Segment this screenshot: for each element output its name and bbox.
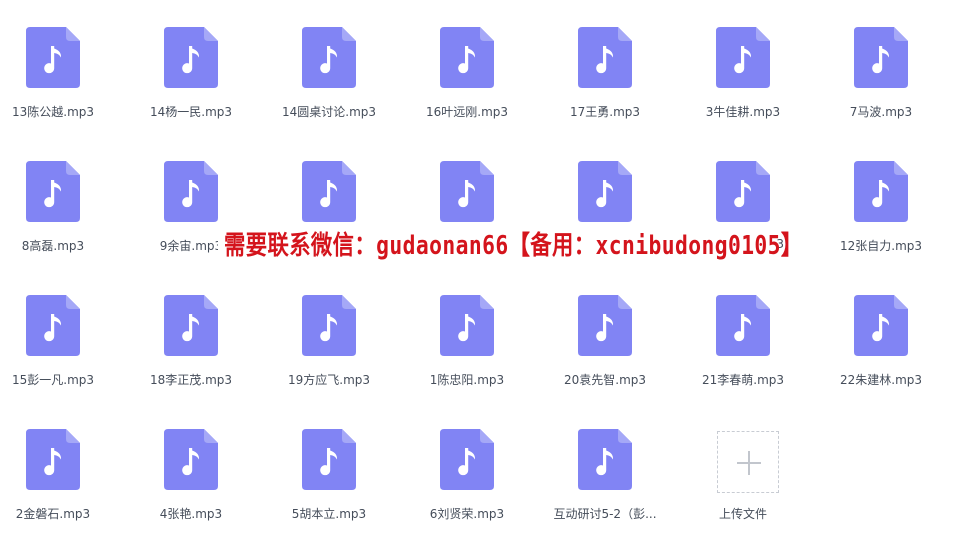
audio-file-icon <box>164 429 218 490</box>
file-name-label: 18李正茂.mp3 <box>149 373 233 387</box>
audio-file-icon <box>716 27 770 88</box>
audio-file-icon <box>854 295 908 356</box>
file-name-label: 19方应飞.mp3 <box>287 373 371 387</box>
audio-file-icon <box>854 161 908 222</box>
file-name-label: 2金磐石.mp3 <box>15 507 91 521</box>
file-tile[interactable]: 21李春萌.mp3 <box>674 268 812 392</box>
audio-file-icon <box>578 27 632 88</box>
file-tile[interactable]: 4张艳.mp3 <box>122 402 260 526</box>
file-name-label: 1陈忠阳.mp3 <box>429 373 505 387</box>
file-grid: 13陈公越.mp3 14杨一民.mp3 14圆桌讨论.mp3 16叶远刚.mp3 17王… <box>0 0 963 544</box>
file-name-label: 14圆桌讨论.mp3 <box>281 105 377 119</box>
file-tile[interactable]: 20袁先智.mp3 <box>536 268 674 392</box>
file-tile[interactable]: 2金磐石.mp3 <box>0 402 122 526</box>
audio-file-icon <box>578 161 632 222</box>
file-name-label: 14杨一民.mp3 <box>149 105 233 119</box>
audio-file-icon <box>854 27 908 88</box>
file-tile[interactable]: 6刘贤荣.mp3 <box>398 402 536 526</box>
contact-watermark: 需要联系微信：gudaonan66【备用：xcnibudong0105】 <box>218 223 802 269</box>
file-tile[interactable]: 1陈忠阳.mp3 <box>398 268 536 392</box>
audio-file-icon <box>302 295 356 356</box>
file-tile[interactable]: 13陈公越.mp3 <box>0 0 122 124</box>
audio-file-icon <box>26 295 80 356</box>
audio-file-icon <box>164 295 218 356</box>
file-name-label: 4张艳.mp3 <box>159 507 223 521</box>
audio-file-icon <box>440 161 494 222</box>
audio-file-icon <box>26 27 80 88</box>
file-name-label: 3牛佳耕.mp3 <box>705 105 781 119</box>
file-tile[interactable]: 14圆桌讨论.mp3 <box>260 0 398 124</box>
file-tile[interactable]: 14杨一民.mp3 <box>122 0 260 124</box>
file-tile[interactable]: 8高磊.mp3 <box>0 134 122 258</box>
file-tile[interactable]: 12张自力.mp3 <box>812 134 950 258</box>
file-name-label: 5胡本立.mp3 <box>291 507 367 521</box>
upload-file-tile[interactable]: 上传文件 <box>674 402 812 526</box>
audio-file-icon <box>440 429 494 490</box>
audio-file-icon <box>164 161 218 222</box>
file-tile[interactable]: 5胡本立.mp3 <box>260 402 398 526</box>
audio-file-icon <box>578 429 632 490</box>
audio-file-icon <box>578 295 632 356</box>
file-tile[interactable]: 18李正茂.mp3 <box>122 268 260 392</box>
file-tile[interactable]: 17王勇.mp3 <box>536 0 674 124</box>
audio-file-icon <box>302 429 356 490</box>
file-name-label: 13陈公越.mp3 <box>11 105 95 119</box>
file-tile[interactable]: 互动研讨5-2（彭... <box>536 402 674 526</box>
file-name-label: 8高磊.mp3 <box>21 239 85 253</box>
file-tile[interactable]: 22朱建林.mp3 <box>812 268 950 392</box>
audio-file-icon <box>26 429 80 490</box>
file-name-label: 21李春萌.mp3 <box>701 373 785 387</box>
audio-file-icon <box>26 161 80 222</box>
file-name-label: 16叶远刚.mp3 <box>425 105 509 119</box>
upload-button[interactable] <box>717 431 779 493</box>
audio-file-icon <box>716 295 770 356</box>
audio-file-icon <box>164 27 218 88</box>
file-name-label: 互动研讨5-2（彭... <box>553 507 657 521</box>
file-name-label: 22朱建林.mp3 <box>839 373 923 387</box>
file-name-label: 12张自力.mp3 <box>839 239 923 253</box>
file-tile[interactable]: 7马波.mp3 <box>812 0 950 124</box>
file-tile[interactable]: 16叶远刚.mp3 <box>398 0 536 124</box>
file-tile[interactable]: 15彭一凡.mp3 <box>0 268 122 392</box>
file-name-label: 7马波.mp3 <box>849 105 913 119</box>
watermark-text: 需要联系微信：gudaonan66【备用：xcnibudong0105】 <box>224 231 803 261</box>
audio-file-icon <box>302 27 356 88</box>
file-name-label: 15彭一凡.mp3 <box>11 373 95 387</box>
file-tile[interactable]: 3牛佳耕.mp3 <box>674 0 812 124</box>
audio-file-icon <box>302 161 356 222</box>
upload-label: 上传文件 <box>718 507 767 521</box>
audio-file-icon <box>440 27 494 88</box>
file-name-label: 17王勇.mp3 <box>569 105 641 119</box>
audio-file-icon <box>716 161 770 222</box>
file-name-label: 20袁先智.mp3 <box>563 373 647 387</box>
file-name-label: 6刘贤荣.mp3 <box>429 507 505 521</box>
audio-file-icon <box>440 295 494 356</box>
file-tile[interactable]: 19方应飞.mp3 <box>260 268 398 392</box>
